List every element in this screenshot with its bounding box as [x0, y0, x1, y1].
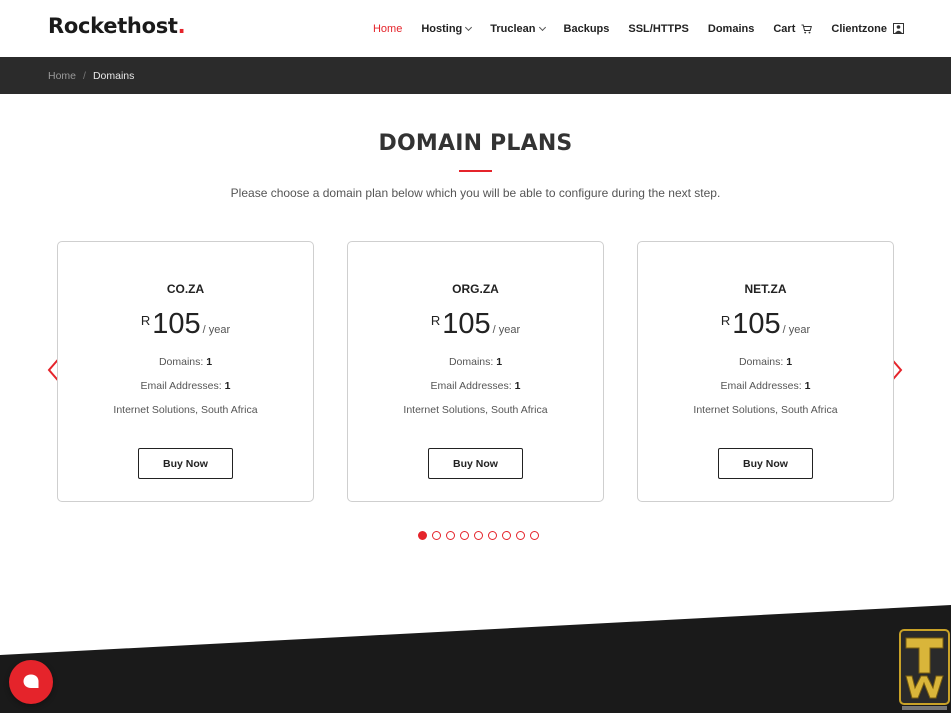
site-header: Rockethost. Home Hosting Truclean Backup… [0, 0, 951, 57]
nav-label: SSL/HTTPS [628, 22, 689, 35]
plan-price: R105/ year [348, 308, 603, 341]
feature-label: Email Addresses: [430, 380, 512, 392]
price-currency: R [430, 313, 441, 328]
plan-name: NET.ZA [744, 282, 787, 296]
nav-label: Clientzone [831, 22, 887, 35]
price-amount: 105 [732, 308, 781, 340]
plan-feature-email: Email Addresses: 1 [348, 380, 603, 392]
buy-now-button[interactable]: Buy Now [718, 448, 813, 479]
feature-value: 1 [206, 356, 213, 368]
price-period: / year [492, 324, 521, 336]
plan-price: R105/ year [638, 308, 893, 341]
brand-name: Rockethost [48, 14, 178, 38]
feature-value: 1 [496, 356, 503, 368]
nav-item-clientzone[interactable]: Clientzone [831, 23, 904, 35]
carousel-dot[interactable] [502, 531, 511, 540]
footer-background [0, 605, 951, 713]
plan-price: R105/ year [58, 308, 313, 341]
brand-logo[interactable]: Rockethost. [48, 14, 186, 38]
buy-now-button[interactable]: Buy Now [138, 448, 233, 479]
title-underline [459, 170, 492, 172]
feature-label: Domains: [738, 356, 784, 368]
feature-label: Email Addresses: [720, 380, 802, 392]
breadcrumb: Home / Domains [48, 57, 134, 94]
feature-value: 1 [224, 380, 231, 392]
price-amount: 105 [442, 308, 491, 340]
nav-label: Home [372, 22, 403, 35]
carousel-dot[interactable] [432, 531, 441, 540]
carousel-dot[interactable] [446, 531, 455, 540]
page-title: DOMAIN PLANS [378, 131, 573, 156]
nav-item-ssl[interactable]: SSL/HTTPS [628, 23, 689, 35]
plan-feature-provider: Internet Solutions, South Africa [693, 404, 838, 416]
nav-item-domains[interactable]: Domains [708, 23, 754, 35]
carousel-dot[interactable] [474, 531, 483, 540]
buy-now-button[interactable]: Buy Now [428, 448, 523, 479]
feature-value: 1 [804, 380, 811, 392]
plan-feature-domains: Domains: 1 [348, 356, 603, 368]
nav-item-home[interactable]: Home [373, 23, 402, 35]
price-period: / year [782, 324, 811, 336]
cart-icon [801, 24, 813, 34]
main-nav: Home Hosting Truclean Backups SSL/HTTPS … [354, 0, 904, 57]
nav-item-cart[interactable]: Cart [773, 22, 813, 35]
nav-label: Domains [707, 22, 755, 35]
plan-feature-provider: Internet Solutions, South Africa [113, 404, 258, 416]
carousel-dot[interactable] [516, 531, 525, 540]
plan-card-orgza: ORG.ZA R105/ year Domains: 1 Email Addre… [347, 241, 604, 502]
chat-bubble-icon [23, 674, 39, 688]
carousel-dot[interactable] [488, 531, 497, 540]
carousel-dot[interactable] [418, 531, 427, 540]
carousel-dot[interactable] [460, 531, 469, 540]
page-subtitle: Please choose a domain plan below which … [230, 186, 721, 200]
feature-value: 1 [514, 380, 521, 392]
nav-label: Cart [773, 22, 796, 35]
plan-feature-provider: Internet Solutions, South Africa [403, 404, 548, 416]
plan-card-netza: NET.ZA R105/ year Domains: 1 Email Addre… [637, 241, 894, 502]
watermark-logo [899, 629, 950, 710]
price-amount: 105 [152, 308, 201, 340]
brand-dot: . [177, 14, 186, 38]
nav-item-backups[interactable]: Backups [564, 23, 610, 35]
plan-feature-domains: Domains: 1 [638, 356, 893, 368]
feature-label: Domains: [158, 356, 204, 368]
plan-name: ORG.ZA [452, 282, 499, 296]
feature-label: Domains: [448, 356, 494, 368]
nav-item-hosting[interactable]: Hosting [421, 22, 473, 35]
carousel-pagination [418, 531, 539, 540]
price-currency: R [720, 313, 731, 328]
nav-label: Truclean [490, 22, 536, 35]
plan-feature-email: Email Addresses: 1 [58, 380, 313, 392]
plan-card-coza: CO.ZA R105/ year Domains: 1 Email Addres… [57, 241, 314, 502]
user-icon [893, 23, 904, 34]
chevron-down-icon [465, 23, 473, 31]
nav-item-truclean[interactable]: Truclean [490, 22, 546, 35]
breadcrumb-bar: Home / Domains [0, 57, 951, 94]
plan-feature-email: Email Addresses: 1 [638, 380, 893, 392]
plan-feature-domains: Domains: 1 [58, 356, 313, 368]
price-currency: R [140, 313, 151, 328]
breadcrumb-current: Domains [92, 69, 135, 82]
plan-name: CO.ZA [166, 282, 205, 296]
price-period: / year [202, 324, 231, 336]
nav-label: Hosting [421, 22, 463, 35]
feature-label: Email Addresses: [140, 380, 222, 392]
breadcrumb-home-link[interactable]: Home [48, 70, 76, 82]
breadcrumb-separator: / [83, 69, 86, 82]
carousel-dot[interactable] [530, 531, 539, 540]
feature-value: 1 [786, 356, 793, 368]
nav-label: Backups [563, 22, 610, 35]
chevron-down-icon [538, 23, 546, 31]
chat-launcher-button[interactable] [9, 660, 53, 704]
